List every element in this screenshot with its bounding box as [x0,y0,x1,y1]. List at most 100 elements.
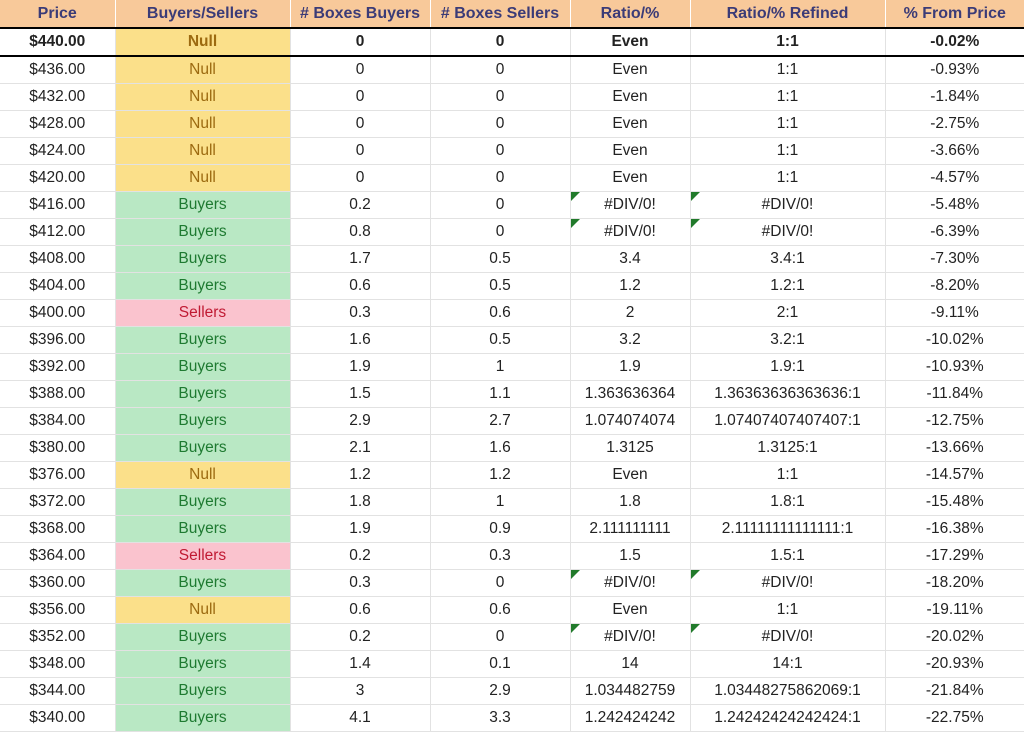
cell-price[interactable]: $388.00 [0,380,116,408]
cell-percent-from-price[interactable]: -4.57% [885,164,1024,192]
cell-boxes-sellers[interactable]: 3.3 [430,704,571,732]
cell-ratio[interactable]: #DIV/0! [570,218,691,246]
cell-percent-from-price[interactable]: -11.84% [885,380,1024,408]
cell-price[interactable]: $412.00 [0,218,116,246]
cell-boxes-sellers[interactable]: 0.6 [430,299,571,327]
cell-price[interactable]: $432.00 [0,83,116,111]
cell-buyers-sellers[interactable]: Null [115,83,291,111]
cell-ratio-refined[interactable]: 3.2:1 [690,326,886,354]
cell-ratio-refined[interactable]: 1.03448275862069:1 [690,677,886,705]
cell-boxes-buyers[interactable]: 2.1 [290,434,431,462]
cell-ratio[interactable]: Even [570,83,691,111]
cell-boxes-buyers[interactable]: 0.8 [290,218,431,246]
cell-ratio-refined[interactable]: 1:1 [690,596,886,624]
cell-ratio-refined[interactable]: 2.11111111111111:1 [690,515,886,543]
cell-boxes-buyers[interactable]: 1.9 [290,515,431,543]
column-header-boxes_buy[interactable]: # Boxes Buyers [290,0,431,29]
cell-buyers-sellers[interactable]: Null [115,110,291,138]
cell-price[interactable]: $392.00 [0,353,116,381]
cell-ratio[interactable]: 1.9 [570,353,691,381]
cell-ratio-refined[interactable]: #DIV/0! [690,623,886,651]
cell-ratio[interactable]: Even [570,137,691,165]
cell-price[interactable]: $428.00 [0,110,116,138]
column-header-price[interactable]: Price [0,0,116,29]
cell-ratio[interactable]: 1.8 [570,488,691,516]
cell-ratio-refined[interactable]: 1.8:1 [690,488,886,516]
cell-ratio-refined[interactable]: 2:1 [690,299,886,327]
cell-percent-from-price[interactable]: -8.20% [885,272,1024,300]
cell-percent-from-price[interactable]: -19.11% [885,596,1024,624]
cell-ratio[interactable]: 2.111111111 [570,515,691,543]
cell-buyers-sellers[interactable]: Buyers [115,704,291,732]
cell-ratio[interactable]: 2 [570,299,691,327]
cell-price[interactable]: $408.00 [0,245,116,273]
column-header-boxes_sell[interactable]: # Boxes Sellers [430,0,571,29]
cell-price[interactable]: $352.00 [0,623,116,651]
cell-price[interactable]: $416.00 [0,191,116,219]
cell-ratio-refined[interactable]: 1:1 [690,461,886,489]
cell-ratio-refined[interactable]: 1.5:1 [690,542,886,570]
cell-boxes-sellers[interactable]: 2.7 [430,407,571,435]
cell-price[interactable]: $404.00 [0,272,116,300]
cell-percent-from-price[interactable]: -0.93% [885,56,1024,84]
cell-boxes-sellers[interactable]: 0 [430,27,571,57]
cell-percent-from-price[interactable]: -6.39% [885,218,1024,246]
cell-ratio[interactable]: 1.363636364 [570,380,691,408]
cell-buyers-sellers[interactable]: Null [115,137,291,165]
cell-boxes-buyers[interactable]: 1.7 [290,245,431,273]
cell-percent-from-price[interactable]: -17.29% [885,542,1024,570]
cell-boxes-sellers[interactable]: 0.3 [430,542,571,570]
cell-boxes-buyers[interactable]: 0 [290,137,431,165]
cell-percent-from-price[interactable]: -22.75% [885,704,1024,732]
cell-ratio-refined[interactable]: 14:1 [690,650,886,678]
cell-boxes-sellers[interactable]: 0.5 [430,272,571,300]
cell-price[interactable]: $340.00 [0,704,116,732]
cell-boxes-sellers[interactable]: 0 [430,83,571,111]
cell-ratio[interactable]: 1.3125 [570,434,691,462]
cell-buyers-sellers[interactable]: Buyers [115,650,291,678]
cell-ratio[interactable]: #DIV/0! [570,191,691,219]
cell-buyers-sellers[interactable]: Buyers [115,191,291,219]
cell-ratio-refined[interactable]: 1.24242424242424:1 [690,704,886,732]
cell-boxes-buyers[interactable]: 0.3 [290,569,431,597]
cell-buyers-sellers[interactable]: Buyers [115,434,291,462]
cell-percent-from-price[interactable]: -9.11% [885,299,1024,327]
cell-ratio[interactable]: 1.2 [570,272,691,300]
cell-boxes-sellers[interactable]: 0 [430,56,571,84]
cell-boxes-buyers[interactable]: 2.9 [290,407,431,435]
cell-boxes-buyers[interactable]: 3 [290,677,431,705]
cell-ratio[interactable]: #DIV/0! [570,569,691,597]
cell-boxes-sellers[interactable]: 1.1 [430,380,571,408]
cell-percent-from-price[interactable]: -16.38% [885,515,1024,543]
cell-boxes-buyers[interactable]: 0.6 [290,596,431,624]
cell-percent-from-price[interactable]: -21.84% [885,677,1024,705]
cell-price[interactable]: $440.00 [0,27,116,57]
cell-percent-from-price[interactable]: -5.48% [885,191,1024,219]
cell-ratio-refined[interactable]: 1:1 [690,83,886,111]
cell-boxes-buyers[interactable]: 0.2 [290,623,431,651]
cell-percent-from-price[interactable]: -3.66% [885,137,1024,165]
cell-ratio[interactable]: Even [570,164,691,192]
cell-ratio[interactable]: 1.074074074 [570,407,691,435]
cell-boxes-buyers[interactable]: 1.2 [290,461,431,489]
cell-ratio-refined[interactable]: 1.9:1 [690,353,886,381]
cell-boxes-buyers[interactable]: 1.6 [290,326,431,354]
cell-ratio-refined[interactable]: 1:1 [690,164,886,192]
cell-ratio[interactable]: 3.4 [570,245,691,273]
cell-price[interactable]: $348.00 [0,650,116,678]
cell-ratio-refined[interactable]: 1.2:1 [690,272,886,300]
cell-buyers-sellers[interactable]: Sellers [115,542,291,570]
cell-percent-from-price[interactable]: -13.66% [885,434,1024,462]
cell-boxes-sellers[interactable]: 0.9 [430,515,571,543]
cell-ratio-refined[interactable]: 1.3125:1 [690,434,886,462]
cell-boxes-buyers[interactable]: 0.2 [290,542,431,570]
cell-ratio[interactable]: Even [570,110,691,138]
cell-ratio[interactable]: Even [570,461,691,489]
cell-boxes-sellers[interactable]: 0 [430,191,571,219]
cell-buyers-sellers[interactable]: Buyers [115,272,291,300]
cell-buyers-sellers[interactable]: Buyers [115,569,291,597]
cell-boxes-buyers[interactable]: 0.6 [290,272,431,300]
cell-boxes-buyers[interactable]: 0 [290,83,431,111]
cell-price[interactable]: $384.00 [0,407,116,435]
cell-boxes-buyers[interactable]: 0 [290,56,431,84]
